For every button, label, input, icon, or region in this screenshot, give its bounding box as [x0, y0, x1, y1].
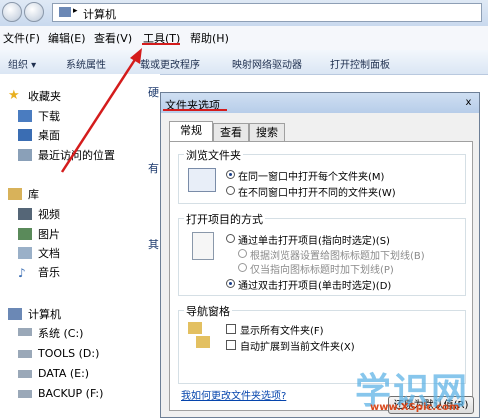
- browse-folders-icon: [188, 168, 216, 192]
- radio-underline-browser[interactable]: [238, 249, 247, 258]
- pointer-icon: [192, 232, 214, 260]
- underline-browser-label: 根据浏览器设置给图标标题加下划线(B): [250, 251, 425, 262]
- underline-hover-label: 仅当指向图标标题时加下划线(P): [250, 265, 394, 276]
- double-click-label: 通过双击打开项目(单击时选定)(D): [238, 281, 392, 292]
- same-window-label: 在同一窗口中打开每个文件夹(M): [238, 172, 385, 183]
- browse-folders-label: 浏览文件夹: [184, 147, 243, 163]
- auto-expand-label: 自动扩展到当前文件夹(X): [240, 342, 355, 353]
- title-underline: [163, 109, 227, 111]
- radio-new-window[interactable]: [226, 186, 235, 195]
- tab-view[interactable]: 查看: [213, 123, 249, 141]
- folder-icon: [188, 322, 202, 334]
- folder-icon: [196, 336, 210, 348]
- radio-same-window[interactable]: [226, 170, 235, 179]
- tab-general[interactable]: 常规: [169, 121, 213, 142]
- arrow-shaft: [60, 57, 138, 173]
- tab-search[interactable]: 搜索: [249, 123, 285, 141]
- watermark-url: www.XSpic.com: [370, 402, 460, 413]
- single-click-label: 通过单击打开项目(指向时选定)(S): [238, 236, 390, 247]
- show-all-folders-label: 显示所有文件夹(F): [240, 326, 324, 337]
- navigation-pane-label: 导航窗格: [184, 303, 232, 319]
- new-window-label: 在不同窗口中打开不同的文件夹(W): [238, 188, 396, 199]
- checkbox-show-all-folders[interactable]: [226, 324, 236, 334]
- checkbox-auto-expand[interactable]: [226, 340, 236, 350]
- radio-single-click[interactable]: [226, 234, 235, 243]
- radio-double-click[interactable]: [226, 279, 235, 288]
- help-link[interactable]: 我如何更改文件夹选项?: [181, 387, 286, 402]
- arrow-head: [130, 48, 142, 64]
- radio-underline-hover[interactable]: [238, 263, 247, 272]
- close-icon[interactable]: x: [462, 96, 475, 109]
- open-items-label: 打开项目的方式: [184, 211, 265, 227]
